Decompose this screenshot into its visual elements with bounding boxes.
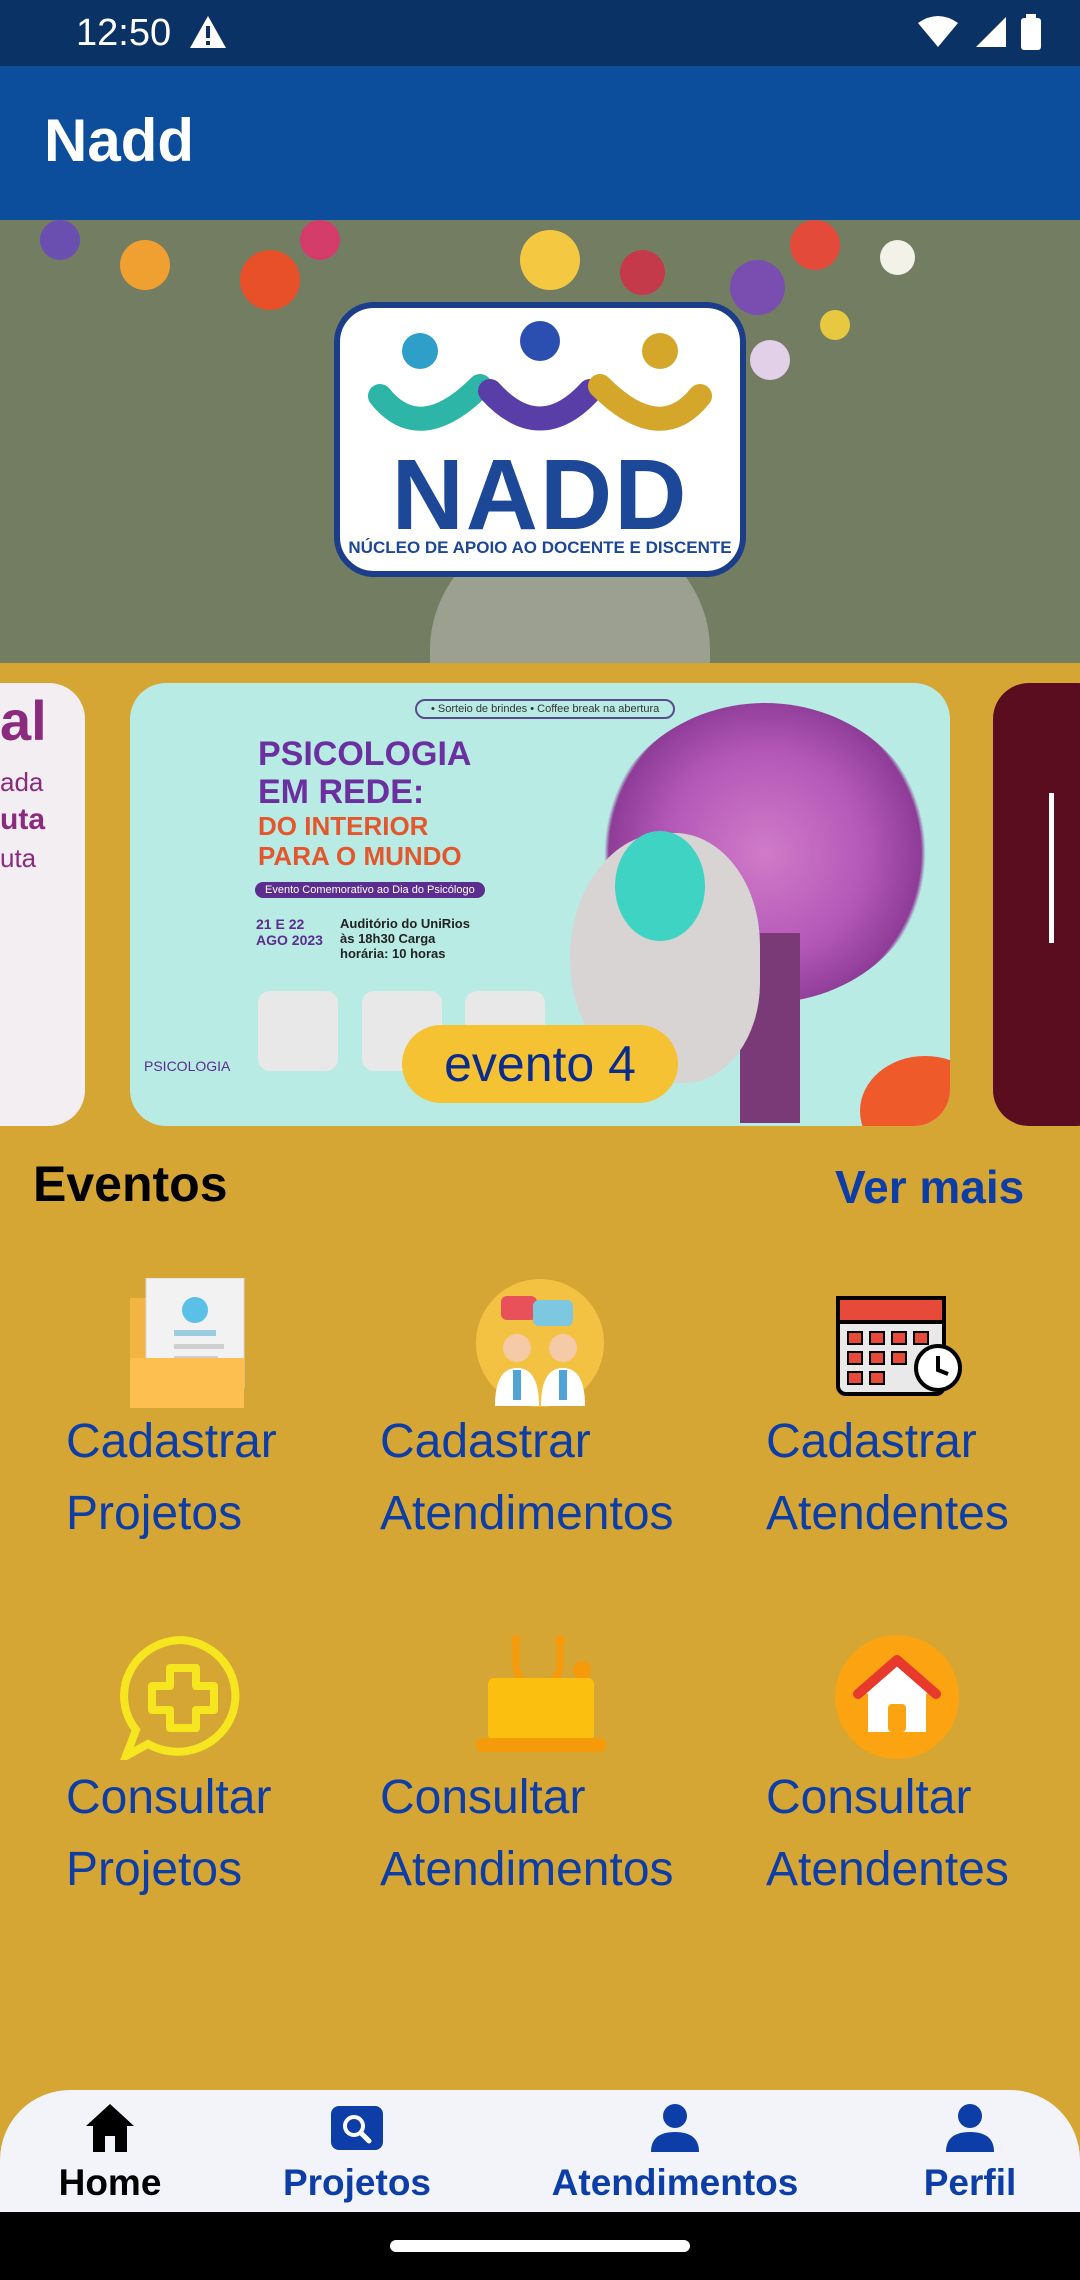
nav-label: Perfil [923, 2162, 1017, 2203]
card-text-fragment: ada uta uta [0, 767, 45, 873]
carousel-card-previous[interactable]: al ada uta uta [0, 683, 85, 1126]
register-appointments-tile[interactable]: Cadastrar Atendimentos [380, 1278, 710, 1568]
home-gesture-handle[interactable] [390, 2240, 690, 2252]
tile-label: Consultar Atendimentos [380, 1771, 674, 1896]
wifi-icon [918, 16, 958, 47]
nav-label: Home [58, 2162, 162, 2203]
event-pill: Evento Comemorativo ao Dia do Psicólogo [255, 882, 485, 898]
person-icon [946, 2104, 994, 2152]
battery-icon [1021, 14, 1041, 50]
bottom-navigation: Home Projetos Atendimentos Perfil [0, 2090, 1080, 2212]
consult-attendants-tile[interactable]: Consultar Atendentes [766, 1634, 1046, 1924]
signal-icon [976, 17, 1006, 47]
nav-label: Atendimentos [551, 2162, 799, 2203]
nadd-logo: NADD NÚCLEO DE APOIO AO DOCENTE E DISCEN… [334, 302, 746, 577]
app-bar: Nadd [0, 66, 1080, 220]
tile-label: Cadastrar Atendimentos [380, 1415, 674, 1540]
event-title: PSICOLOGIA EM REDE: [258, 735, 472, 811]
section-title: Eventos [33, 1156, 228, 1212]
logo-subtitle: NÚCLEO DE APOIO AO DOCENTE E DISCENTE [348, 538, 732, 557]
nav-home[interactable]: Home [20, 2090, 200, 2212]
status-bar: 12:50 [0, 0, 1080, 66]
logo-text: NADD [391, 439, 689, 551]
event-top-note: • Sorteio de brindes • Coffee break na a… [415, 699, 676, 719]
warning-icon [188, 14, 228, 55]
consult-projects-tile[interactable]: Consultar Projetos [66, 1634, 326, 1924]
search-box-icon [331, 2106, 383, 2150]
event-brand: PSICOLOGIA [144, 1058, 231, 1074]
event-info: Auditório do UniRios às 18h30 Carga horá… [340, 916, 470, 961]
tile-label: Consultar Atendentes [766, 1771, 1009, 1896]
register-attendants-tile[interactable]: Cadastrar Atendentes [766, 1278, 1046, 1568]
app-title: Nadd [44, 107, 194, 174]
card-accent-bar [1049, 793, 1054, 943]
nav-label: Projetos [282, 2162, 432, 2203]
event-subtitle: DO INTERIOR PARA O MUNDO [258, 811, 462, 871]
carousel-caption: evento 4 [402, 1025, 678, 1103]
speaker-photo [258, 991, 338, 1071]
status-time: 12:50 [76, 12, 172, 54]
tile-label: Cadastrar Atendentes [766, 1415, 1009, 1540]
tile-label: Cadastrar Projetos [66, 1415, 277, 1540]
plus-chat-icon [118, 1634, 248, 1765]
card-title-fragment: al [0, 689, 47, 752]
system-icons [916, 14, 1042, 50]
calendar-clock-icon [834, 1284, 964, 1409]
brand-corner [860, 1056, 950, 1126]
see-more-link[interactable]: Ver mais [835, 1160, 1024, 1214]
stethoscope-laptop-icon [476, 1634, 606, 1759]
gesture-bar [0, 2212, 1080, 2280]
hero-banner: NADD NÚCLEO DE APOIO AO DOCENTE E DISCEN… [0, 220, 1080, 663]
register-projects-tile[interactable]: Cadastrar Projetos [66, 1277, 326, 1568]
nav-profile[interactable]: Perfil [880, 2090, 1060, 2212]
tile-label: Consultar Projetos [66, 1771, 272, 1896]
consult-appointments-tile[interactable]: Consultar Atendimentos [380, 1634, 710, 1924]
butterfly-icon [615, 831, 705, 941]
nav-appointments[interactable]: Atendimentos [530, 2090, 820, 2212]
home-icon [86, 2104, 134, 2152]
register-document-icon [120, 1277, 250, 1413]
carousel-card-next[interactable] [993, 683, 1080, 1126]
event-date: 21 E 22 AGO 2023 [256, 916, 323, 948]
doctors-chat-icon [475, 1278, 605, 1413]
home-circle-icon [834, 1634, 960, 1765]
person-icon [651, 2104, 699, 2152]
nav-projects[interactable]: Projetos [262, 2090, 452, 2212]
